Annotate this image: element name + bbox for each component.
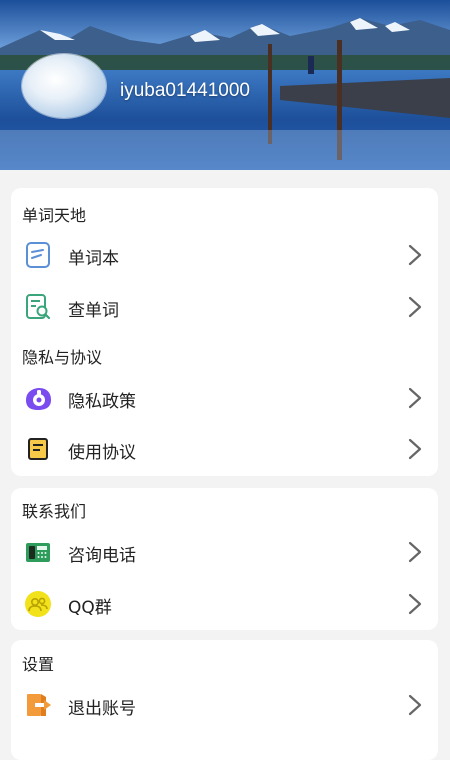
chevron-right-icon bbox=[408, 593, 422, 615]
menu-item-lookup-word[interactable]: 查单词 bbox=[11, 284, 438, 330]
chevron-right-icon bbox=[408, 541, 422, 563]
section-title-words: 单词天地 bbox=[22, 206, 87, 225]
chevron-right-icon bbox=[408, 244, 422, 266]
menu-item-privacy-policy[interactable]: 隐私政策 bbox=[11, 375, 438, 421]
chevron-right-icon bbox=[408, 438, 422, 460]
qq-group-icon bbox=[25, 591, 51, 617]
profile-header: iyuba01441000 bbox=[0, 0, 450, 170]
card-contact-section: 联系我们 咨询电话 QQ群 bbox=[11, 488, 438, 630]
menu-item-user-agreement[interactable]: 使用协议 bbox=[11, 426, 438, 472]
section-title-contact: 联系我们 bbox=[22, 502, 87, 521]
chevron-right-icon bbox=[408, 387, 422, 409]
agreement-icon bbox=[28, 438, 48, 460]
search-word-icon bbox=[26, 294, 51, 320]
menu-item-label: 隐私政策 bbox=[68, 392, 136, 412]
menu-item-label: 退出账号 bbox=[68, 699, 136, 719]
menu-item-label: 咨询电话 bbox=[68, 546, 136, 566]
section-title-privacy: 隐私与协议 bbox=[22, 348, 103, 367]
menu-item-label: 使用协议 bbox=[68, 443, 136, 463]
menu-item-hotline[interactable]: 咨询电话 bbox=[11, 529, 438, 575]
phone-icon bbox=[26, 543, 50, 562]
logout-icon bbox=[27, 694, 51, 716]
notebook-icon bbox=[26, 242, 50, 268]
menu-item-qq-group[interactable]: QQ群 bbox=[11, 581, 438, 627]
menu-item-wordbook[interactable]: 单词本 bbox=[11, 232, 438, 278]
card-settings-section: 设置 退出账号 bbox=[11, 640, 438, 760]
menu-item-logout[interactable]: 退出账号 bbox=[11, 682, 438, 728]
avatar[interactable] bbox=[22, 54, 106, 118]
menu-item-label: 单词本 bbox=[68, 249, 119, 269]
chevron-right-icon bbox=[408, 296, 422, 318]
section-title-settings: 设置 bbox=[22, 655, 55, 674]
chevron-right-icon bbox=[408, 694, 422, 716]
card-word-section: 单词天地 单词本 查单词 隐私与协议 隐私政策 使用协议 bbox=[11, 188, 438, 476]
username-label: iyuba01441000 bbox=[120, 80, 250, 101]
menu-item-label: QQ群 bbox=[68, 598, 112, 618]
menu-item-label: 查单词 bbox=[68, 301, 119, 321]
privacy-icon bbox=[26, 388, 51, 410]
